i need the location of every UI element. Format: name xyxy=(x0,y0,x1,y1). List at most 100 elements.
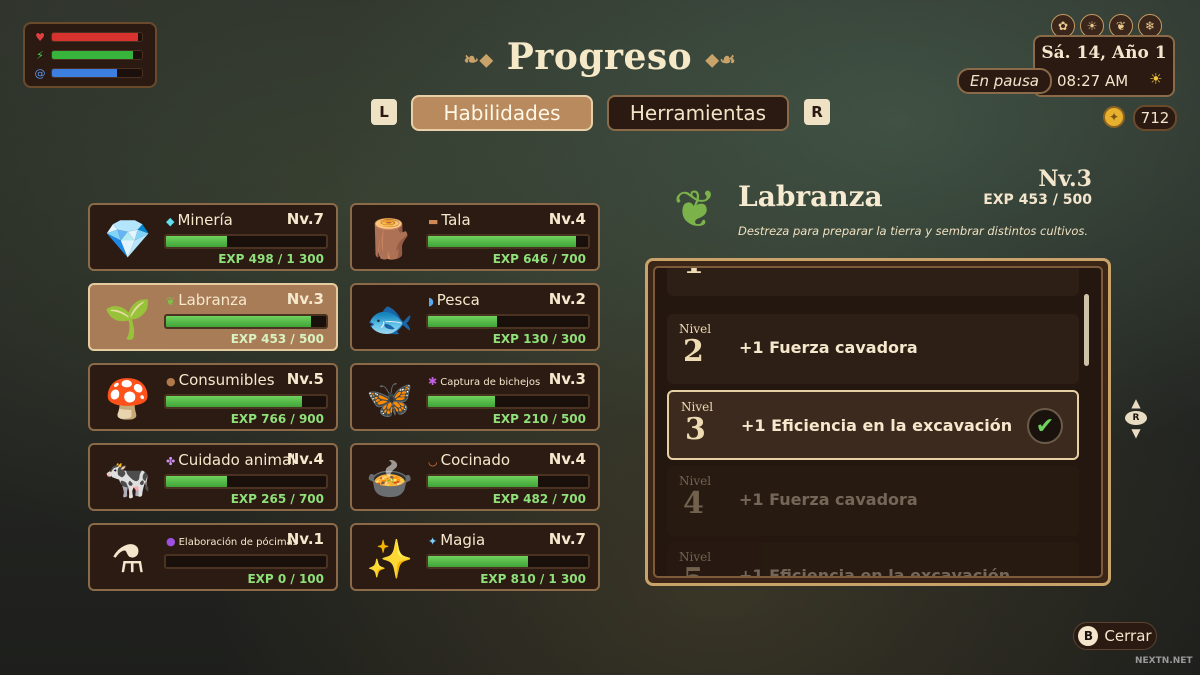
skill-name: ● Consumibles xyxy=(166,371,275,389)
skill-level: Nv.3 xyxy=(548,370,586,388)
skill-exp-text: EXP 482 / 700 xyxy=(492,492,586,506)
close-button[interactable]: B Cerrar xyxy=(1073,622,1157,650)
skill-exp-bar xyxy=(164,234,328,249)
skill-level: Nv.1 xyxy=(286,530,324,548)
tab-herramientas[interactable]: Herramientas xyxy=(607,95,789,131)
skill-level: Nv.3 xyxy=(286,290,324,308)
skill-card-magia[interactable]: ✨ ✦ Magia Nv.7 EXP 810 / 1 300 xyxy=(350,523,600,591)
detail-skill-exp: EXP 453 / 500 xyxy=(983,192,1092,208)
level-number: 2 xyxy=(683,334,704,369)
check-icon: ✔ xyxy=(1027,408,1063,444)
log-icon: ▬ xyxy=(428,215,439,228)
mushroom-small-icon: ● xyxy=(166,375,176,388)
skill-exp-bar xyxy=(426,314,590,329)
skill-exp-bar xyxy=(164,474,328,489)
skill-exp-text: EXP 810 / 1 300 xyxy=(480,572,586,586)
skill-exp-text: EXP 210 / 500 xyxy=(492,412,586,426)
skill-exp-bar xyxy=(426,474,590,489)
arrow-down-icon: ▼ xyxy=(1131,426,1141,440)
skill-name: ◆ Minería xyxy=(166,211,233,229)
level-number: 1 xyxy=(683,268,704,281)
skill-card-minería[interactable]: 💎 ◆ Minería Nv.7 EXP 498 / 1 300 xyxy=(88,203,338,271)
level-row-1: 1 xyxy=(667,268,1079,296)
ornament-left-icon: ❧◆ xyxy=(463,49,494,71)
sprout-icon: ❦ xyxy=(673,180,717,240)
skill-exp-text: EXP 498 / 1 300 xyxy=(218,252,324,266)
skill-exp-bar xyxy=(426,394,590,409)
level-row-3[interactable]: Nivel 3 +1 Eficiencia en la excavación ✔ xyxy=(667,390,1079,460)
skill-exp-bar xyxy=(426,554,590,569)
skill-card-consumibles[interactable]: 🍄 ● Consumibles Nv.5 EXP 766 / 900 xyxy=(88,363,338,431)
detail-description: Destreza para preparar la tierra y sembr… xyxy=(738,224,1089,238)
skill-name-text: Consumibles xyxy=(178,371,275,389)
skill-card-pesca[interactable]: 🐟 ◗ Pesca Nv.2 EXP 130 / 300 xyxy=(350,283,600,351)
star-icon: ✦ xyxy=(428,535,438,548)
skill-level: Nv.5 xyxy=(286,370,324,388)
skill-level: Nv.7 xyxy=(548,530,586,548)
fish-small-icon: ◗ xyxy=(428,295,434,308)
tab-left-key[interactable]: L xyxy=(371,99,397,125)
ornament-right-icon: ◆☙ xyxy=(705,49,737,71)
skill-exp-text: EXP 453 / 500 xyxy=(230,332,324,346)
skill-name-text: Captura de bichejos xyxy=(440,377,541,388)
skill-exp-fill xyxy=(166,476,227,487)
skill-exp-text: EXP 0 / 100 xyxy=(247,572,324,586)
skill-level: Nv.7 xyxy=(286,210,324,228)
skill-card-tala[interactable]: 🪵 ▬ Tala Nv.4 EXP 646 / 700 xyxy=(350,203,600,271)
detail-skill-name: Labranza xyxy=(738,180,883,213)
skill-exp-bar xyxy=(164,554,328,569)
detail-skill-level: Nv.3 xyxy=(1038,166,1092,192)
sprout-icon: 🌱 xyxy=(104,296,152,341)
skill-name-text: Cocinado xyxy=(440,451,511,469)
scroll-hint: ▲ R ▼ xyxy=(1124,396,1148,440)
level-reward: +1 Fuerza cavadora xyxy=(739,490,918,509)
level-row-2[interactable]: Nivel 2 +1 Fuerza cavadora xyxy=(667,314,1079,384)
level-rewards-list[interactable]: 1 Nivel 2 +1 Fuerza cavadora Nivel 3 +1 … xyxy=(653,266,1103,578)
level-reward: +1 Fuerza cavadora xyxy=(739,338,918,357)
skill-name: ◡ Cocinado xyxy=(428,451,510,469)
skill-card-captura-de-bichejos[interactable]: 🦋 ✱ Captura de bichejos Nv.3 EXP 210 / 500 xyxy=(350,363,600,431)
skill-exp-fill xyxy=(166,396,303,407)
magic-sparkle-icon: ✨ xyxy=(366,536,414,581)
skill-name-text: Tala xyxy=(441,211,471,229)
skill-level: Nv.4 xyxy=(286,450,324,468)
level-row-5[interactable]: Nivel 5 +1 Eficiencia en la excavación xyxy=(667,542,1079,578)
arrow-up-icon: ▲ xyxy=(1131,396,1141,410)
skill-name-text: Labranza xyxy=(178,291,248,309)
fish-icon: 🐟 xyxy=(366,296,414,341)
pause-status: En pausa xyxy=(957,68,1052,94)
skill-exp-bar xyxy=(426,234,590,249)
skill-card-cocinado[interactable]: 🍲 ◡ Cocinado Nv.4 EXP 482 / 700 xyxy=(350,443,600,511)
skill-exp-fill xyxy=(428,556,528,567)
scrollbar[interactable] xyxy=(1084,294,1089,366)
time-text: 08:27 AM xyxy=(1057,72,1129,90)
skill-name: ◗ Pesca xyxy=(428,291,480,309)
level-number: 4 xyxy=(683,486,704,521)
cauldron-icon: ⚗ xyxy=(110,537,146,581)
skill-level: Nv.2 xyxy=(548,290,586,308)
skill-name: ✤ Cuidado animal xyxy=(166,451,295,469)
skill-name: ▬ Tala xyxy=(428,211,471,229)
bug-icon: ✱ xyxy=(428,375,438,388)
date-text: Sá. 14, Año 1 xyxy=(1041,43,1167,63)
skill-exp-fill xyxy=(428,396,496,407)
ore-crystals-icon: 💎 xyxy=(104,216,152,261)
skill-card-elaboración-de-pócimas[interactable]: ⚗ ● Elaboración de pócimas Nv.1 EXP 0 / 100 xyxy=(88,523,338,591)
skill-level: Nv.4 xyxy=(548,450,586,468)
tab-right-key[interactable]: R xyxy=(804,99,830,125)
paw-icon: ✤ xyxy=(166,455,176,468)
tab-habilidades[interactable]: Habilidades xyxy=(411,95,593,131)
skill-name: ✱ Captura de bichejos xyxy=(428,375,540,388)
skill-name-text: Cuidado animal xyxy=(178,451,296,469)
right-stick-icon: R xyxy=(1125,411,1147,425)
coin-icon: ✦ xyxy=(1103,106,1125,128)
skill-card-cuidado-animal[interactable]: 🐄 ✤ Cuidado animal Nv.4 EXP 265 / 700 xyxy=(88,443,338,511)
skill-name-text: Elaboración de pócimas xyxy=(178,537,298,548)
level-row-4[interactable]: Nivel 4 +1 Fuerza cavadora xyxy=(667,466,1079,536)
skill-exp-fill xyxy=(428,476,539,487)
b-button-icon: B xyxy=(1078,626,1099,646)
leaf-icon: ❦ xyxy=(166,295,176,308)
level-reward: +1 Eficiencia en la excavación xyxy=(739,566,1011,578)
skill-exp-text: EXP 130 / 300 xyxy=(492,332,586,346)
skill-card-labranza[interactable]: 🌱 ❦ Labranza Nv.3 EXP 453 / 500 xyxy=(88,283,338,351)
